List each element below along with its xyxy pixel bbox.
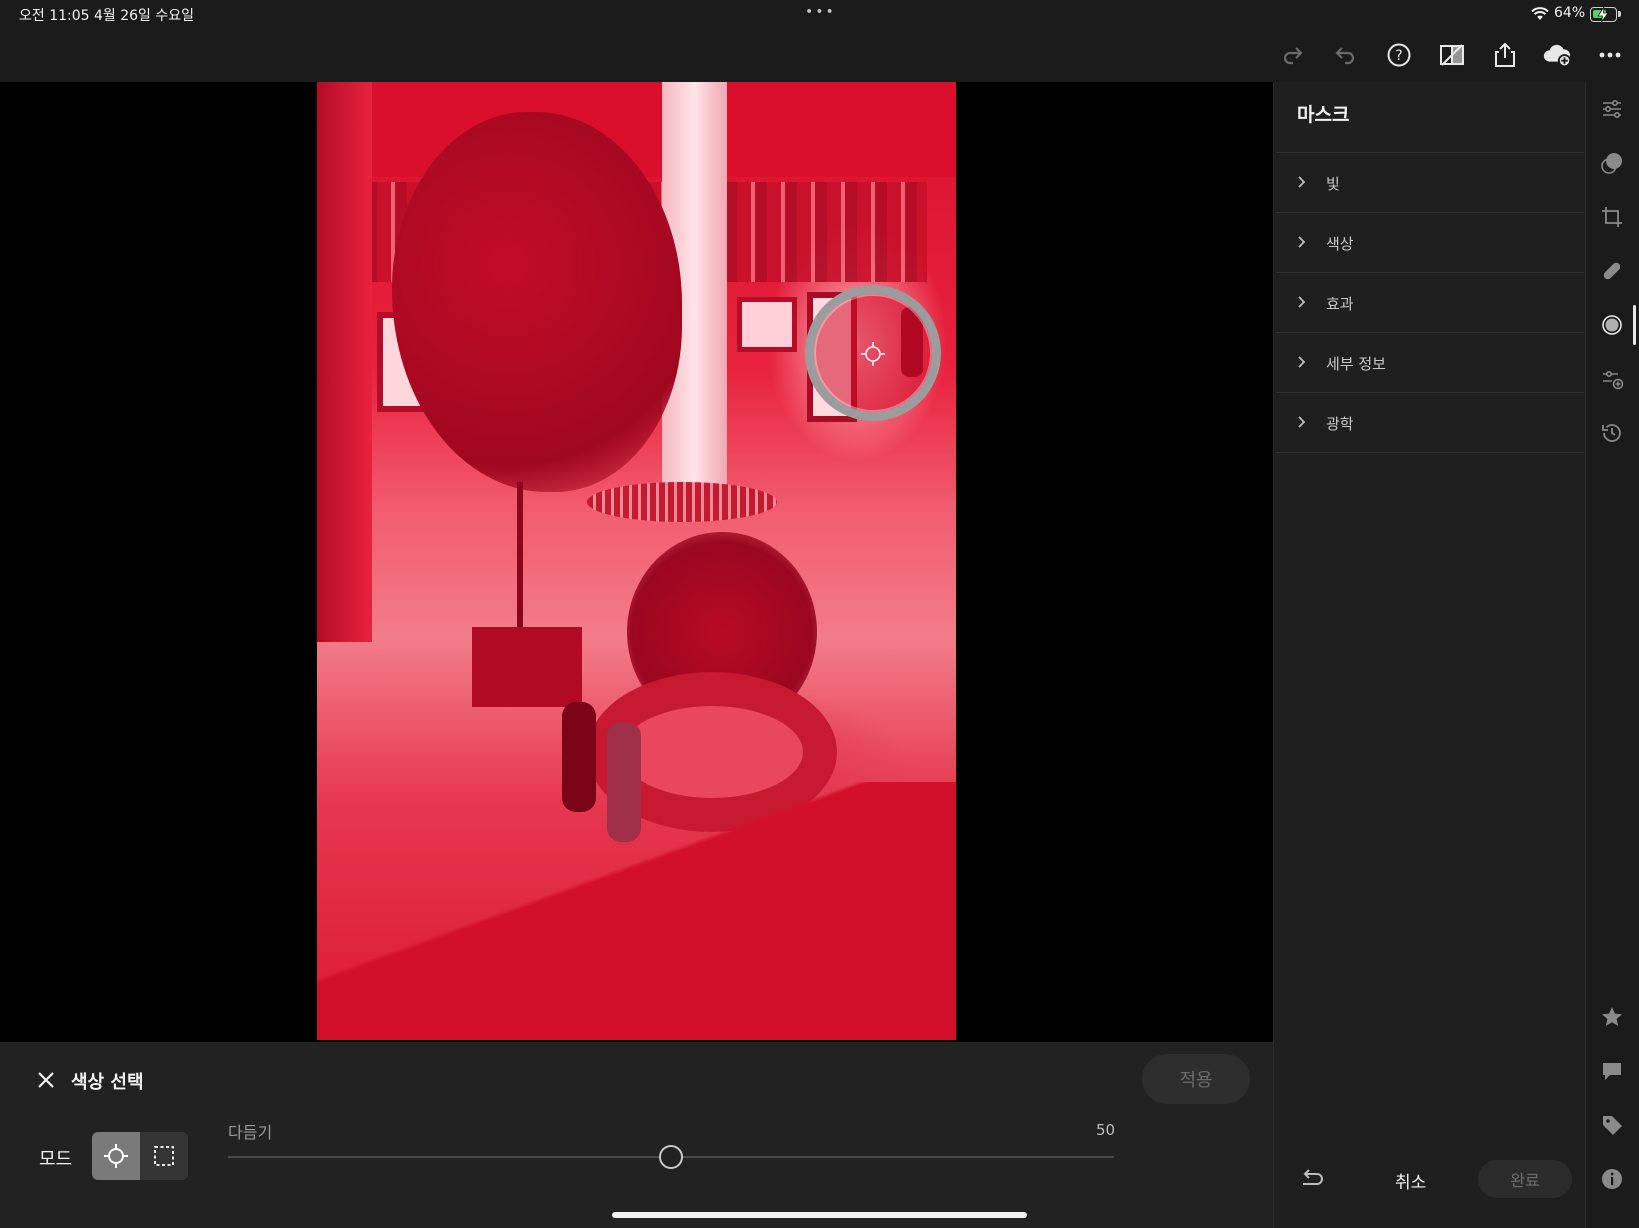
masking-icon[interactable]: [1598, 311, 1626, 339]
cancel-button[interactable]: 취소: [1395, 1168, 1426, 1193]
mask-section-label: 색상: [1326, 235, 1354, 253]
chevron-right-icon: [1298, 416, 1306, 428]
home-indicator[interactable]: [612, 1212, 1027, 1218]
undo-arrow-icon: [1303, 1169, 1323, 1185]
more-icon[interactable]: [1595, 40, 1625, 70]
refine-slider-thumb[interactable]: [659, 1145, 683, 1169]
comment-icon[interactable]: [1598, 1057, 1626, 1085]
charging-icon: [1596, 6, 1610, 27]
mask-section-color[interactable]: 색상: [1276, 212, 1584, 272]
battery-nub: [1618, 11, 1621, 17]
share-icon[interactable]: [1490, 40, 1520, 70]
panel-title: 색상 선택: [71, 1072, 144, 1093]
crosshair-icon[interactable]: [859, 340, 887, 368]
mask-section-label: 세부 정보: [1326, 355, 1386, 373]
status-time: 오전 11:05 4월 26일 수요일: [19, 8, 195, 24]
history-icon[interactable]: [1598, 419, 1626, 447]
photo-tree-trunk: [517, 482, 523, 642]
redo-icon[interactable]: [1278, 40, 1308, 70]
svg-text:?: ?: [1395, 48, 1402, 64]
chevron-right-icon: [1298, 236, 1306, 248]
refine-slider-value: 50: [1096, 1121, 1116, 1139]
photo-canvas[interactable]: [0, 82, 1273, 1042]
photo-bench-top: [587, 482, 777, 522]
photo-person-2: [607, 722, 641, 842]
mask-section-label: 광학: [1326, 415, 1354, 433]
presets-icon[interactable]: [1598, 149, 1626, 177]
marquee-icon: [154, 1146, 174, 1166]
edit-sliders-icon[interactable]: [1598, 95, 1626, 123]
healing-icon[interactable]: [1598, 257, 1626, 285]
mask-section-optics[interactable]: 광학: [1276, 392, 1584, 452]
cloud-add-icon[interactable]: [1542, 40, 1572, 70]
photo-display-mid: [737, 297, 797, 352]
mask-section-label: 효과: [1326, 295, 1354, 313]
reset-undo-button[interactable]: [1297, 1166, 1329, 1194]
chevron-right-icon: [1298, 296, 1306, 308]
wifi-icon: [1531, 6, 1549, 25]
divider: [1276, 452, 1584, 453]
photo-person-1: [562, 702, 596, 812]
rectangle-mode-button[interactable]: [140, 1132, 188, 1180]
crosshair-icon: [104, 1144, 128, 1168]
adjust-add-icon[interactable]: [1598, 365, 1626, 393]
done-button[interactable]: 완료: [1478, 1160, 1572, 1198]
tag-icon[interactable]: [1598, 1111, 1626, 1139]
undo-icon[interactable]: [1330, 40, 1360, 70]
close-icon[interactable]: [34, 1068, 58, 1092]
photo-planter-left: [472, 627, 582, 707]
photo-ceiling: [317, 82, 956, 177]
multitask-dots[interactable]: •••: [805, 4, 836, 20]
battery-percent: 64%: [1554, 5, 1586, 21]
apply-button[interactable]: 적용: [1142, 1054, 1250, 1104]
mask-panel-title: 마스크: [1297, 104, 1350, 126]
mask-section-label: 빛: [1326, 175, 1340, 193]
info-icon[interactable]: [1598, 1165, 1626, 1193]
photo-left-column: [317, 82, 372, 642]
active-tool-indicator: [1633, 305, 1636, 345]
crop-icon[interactable]: [1598, 203, 1626, 231]
color-select-panel: [0, 1042, 1273, 1228]
mode-label: 모드: [39, 1149, 73, 1170]
help-icon[interactable]: ?: [1384, 40, 1414, 70]
point-mode-button[interactable]: [92, 1132, 140, 1180]
compare-off-icon[interactable]: [1437, 40, 1467, 70]
star-icon[interactable]: [1598, 1003, 1626, 1031]
mask-section-detail[interactable]: 세부 정보: [1276, 332, 1584, 392]
chevron-right-icon: [1298, 176, 1306, 188]
photo-with-mask-overlay[interactable]: [317, 82, 956, 1040]
mask-section-effects[interactable]: 효과: [1276, 272, 1584, 332]
chevron-right-icon: [1298, 356, 1306, 368]
mode-toggle-group: [92, 1132, 188, 1180]
mask-section-light[interactable]: 빛: [1276, 152, 1584, 212]
photo-tree-top: [392, 112, 682, 492]
refine-slider-label: 다듬기: [228, 1123, 273, 1142]
